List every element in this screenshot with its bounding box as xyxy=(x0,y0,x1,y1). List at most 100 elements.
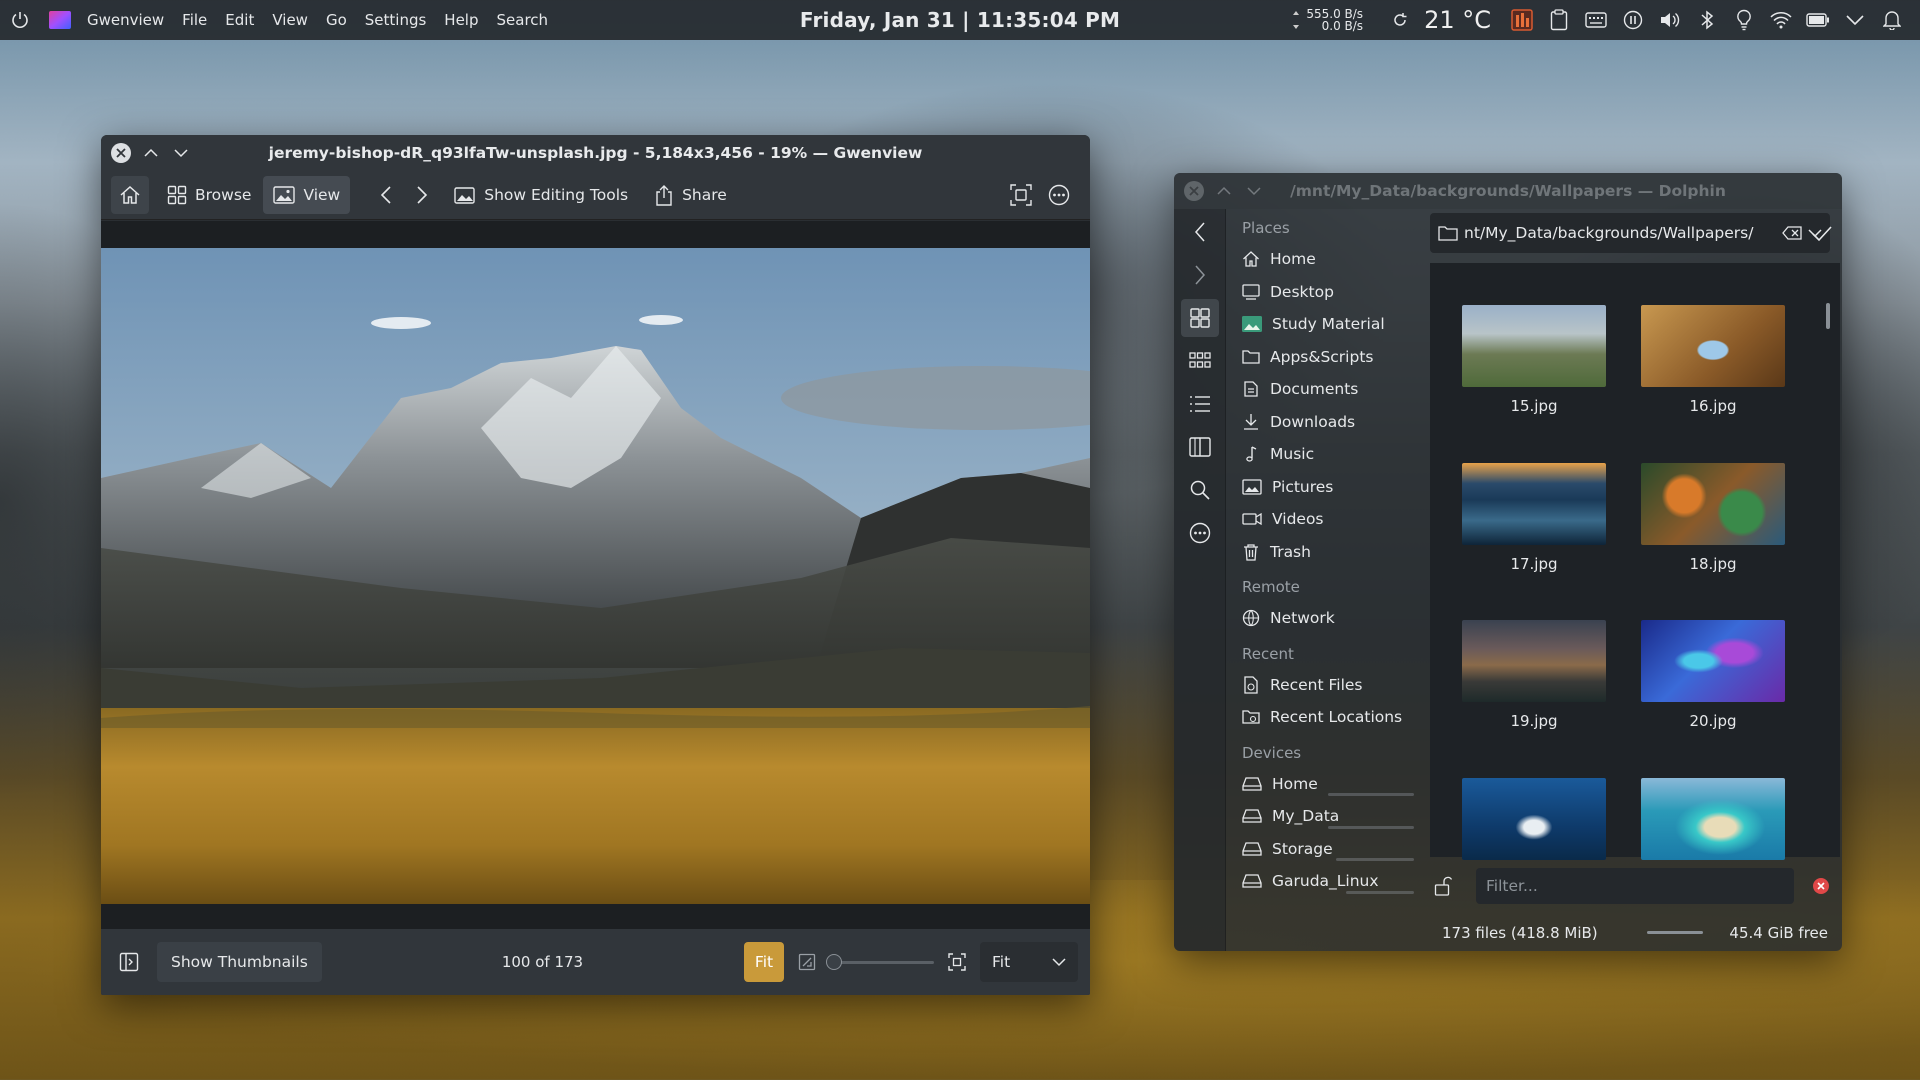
search-button[interactable] xyxy=(1181,471,1219,509)
place-trash[interactable]: Trash xyxy=(1226,536,1422,569)
menu-search[interactable]: Search xyxy=(488,11,558,29)
thumbnail xyxy=(1462,620,1606,702)
home-icon xyxy=(120,185,140,204)
place-recent-locations[interactable]: Recent Locations xyxy=(1226,701,1422,734)
drive-icon xyxy=(1242,842,1262,856)
app-menu-icon[interactable] xyxy=(46,0,74,40)
chevron-down-icon[interactable] xyxy=(1836,0,1873,40)
device-home[interactable]: Home xyxy=(1226,768,1422,801)
temperature-label[interactable]: 21 °C xyxy=(1424,6,1491,34)
file-item[interactable]: 18.jpg xyxy=(1639,463,1787,573)
forward-button[interactable] xyxy=(1181,256,1219,294)
dolphin-more-button[interactable] xyxy=(1181,514,1219,552)
place-network[interactable]: Network xyxy=(1226,602,1422,635)
chevron-down-icon xyxy=(1052,957,1066,966)
menu-edit[interactable]: Edit xyxy=(216,11,263,29)
scrollbar-handle[interactable] xyxy=(1826,303,1830,329)
app-name-label[interactable]: Gwenview xyxy=(78,11,173,29)
next-button[interactable] xyxy=(406,176,438,214)
place-study-material[interactable]: Study Material xyxy=(1226,308,1422,341)
dolphin-statusbar: 173 files (418.8 MiB) 45.4 GiB free xyxy=(1430,914,1840,951)
menu-file[interactable]: File xyxy=(173,11,216,29)
file-item[interactable]: 15.jpg xyxy=(1460,305,1608,415)
battery-icon[interactable] xyxy=(1799,0,1836,40)
file-view[interactable]: 15.jpg 16.jpg 17.jpg 18.jpg 19.jpg 20.jp… xyxy=(1430,263,1840,860)
zoom-out-icon[interactable] xyxy=(798,953,816,971)
filter-clear-button[interactable] xyxy=(1812,877,1830,895)
file-item[interactable]: 20.jpg xyxy=(1639,620,1787,730)
place-label: Videos xyxy=(1272,510,1324,529)
icons-view-button[interactable] xyxy=(1181,299,1219,337)
fit-button[interactable]: Fit xyxy=(744,942,784,982)
location-path[interactable]: nt/My_Data/backgrounds/Wallpapers/ xyxy=(1464,224,1776,242)
show-editing-tools-button[interactable]: Show Editing Tools xyxy=(444,176,638,214)
more-button[interactable] xyxy=(1040,176,1078,214)
place-recent-files[interactable]: Recent Files xyxy=(1226,669,1422,702)
zoom-slider-handle[interactable] xyxy=(826,954,842,970)
file-item[interactable]: 16.jpg xyxy=(1639,305,1787,415)
split-view-button[interactable] xyxy=(1181,428,1219,466)
confirm-location-button[interactable] xyxy=(1808,220,1836,248)
zoom-slider[interactable] xyxy=(826,954,934,970)
menu-settings[interactable]: Settings xyxy=(356,11,436,29)
refresh-icon[interactable] xyxy=(1381,0,1418,40)
pause-icon[interactable] xyxy=(1614,0,1651,40)
clock-label[interactable]: Friday, Jan 31 | 11:35:04 PM xyxy=(800,8,1120,32)
file-item[interactable] xyxy=(1460,778,1608,870)
image-position-label: 100 of 173 xyxy=(501,953,584,971)
image-view-area[interactable] xyxy=(101,221,1090,929)
volume-icon[interactable] xyxy=(1651,0,1688,40)
photo-mountain[interactable] xyxy=(101,248,1090,904)
menu-help[interactable]: Help xyxy=(435,11,487,29)
place-desktop[interactable]: Desktop xyxy=(1226,276,1422,309)
details-view-button[interactable] xyxy=(1181,385,1219,423)
file-item[interactable]: 17.jpg xyxy=(1460,463,1608,573)
zoom-in-icon[interactable] xyxy=(948,953,966,971)
device-storage[interactable]: Storage xyxy=(1226,833,1422,866)
place-music[interactable]: Music xyxy=(1226,438,1422,471)
place-downloads[interactable]: Downloads xyxy=(1226,406,1422,439)
network-icon xyxy=(1242,610,1260,627)
show-thumbnails-button[interactable]: Show Thumbnails xyxy=(157,942,322,982)
place-documents[interactable]: Documents xyxy=(1226,373,1422,406)
place-videos[interactable]: Videos xyxy=(1226,503,1422,536)
fullscreen-button[interactable] xyxy=(1002,176,1040,214)
zoom-select[interactable]: Fit xyxy=(980,942,1078,982)
place-apps-scripts[interactable]: Apps&Scripts xyxy=(1226,341,1422,374)
drive-icon xyxy=(1242,809,1262,823)
file-name: 17.jpg xyxy=(1510,555,1558,573)
gwenview-titlebar[interactable]: jeremy-bishop-dR_q93lfaTw-unsplash.jpg -… xyxy=(101,135,1090,170)
browse-button[interactable]: Browse xyxy=(157,176,261,214)
dolphin-titlebar[interactable]: /mnt/My_Data/backgrounds/Wallpapers — Do… xyxy=(1174,173,1842,209)
filter-input[interactable]: Filter... xyxy=(1476,868,1794,904)
share-button[interactable]: Share xyxy=(644,176,737,214)
power-icon[interactable] xyxy=(0,0,40,40)
usage-bar xyxy=(1336,858,1414,861)
keyboard-icon[interactable] xyxy=(1577,0,1614,40)
previous-button[interactable] xyxy=(370,176,402,214)
file-item[interactable]: 19.jpg xyxy=(1460,620,1608,730)
lightbulb-icon[interactable] xyxy=(1725,0,1762,40)
back-button[interactable] xyxy=(1181,213,1219,251)
wifi-icon[interactable] xyxy=(1762,0,1799,40)
location-bar[interactable]: nt/My_Data/backgrounds/Wallpapers/ xyxy=(1430,213,1830,253)
place-label: Network xyxy=(1270,609,1335,628)
bluetooth-icon[interactable] xyxy=(1688,0,1725,40)
lock-button[interactable] xyxy=(1428,871,1458,901)
pictures-icon xyxy=(1242,479,1262,495)
device-garuda-linux[interactable]: Garuda_Linux xyxy=(1226,865,1422,898)
home-button[interactable] xyxy=(111,175,149,214)
sidebar-toggle-button[interactable] xyxy=(113,943,145,981)
notifications-icon[interactable] xyxy=(1873,0,1910,40)
menu-view[interactable]: View xyxy=(263,11,317,29)
view-button[interactable]: View xyxy=(263,175,351,214)
file-item[interactable] xyxy=(1639,778,1787,870)
network-speed-widget[interactable]: 555.0 B/s 0.0 B/s xyxy=(1292,8,1363,32)
device-my-data[interactable]: My_Data xyxy=(1226,800,1422,833)
compact-view-button[interactable] xyxy=(1181,342,1219,380)
cpu-monitor-icon[interactable] xyxy=(1503,0,1540,40)
menu-go[interactable]: Go xyxy=(317,11,356,29)
place-home[interactable]: Home xyxy=(1226,243,1422,276)
clipboard-icon[interactable] xyxy=(1540,0,1577,40)
place-pictures[interactable]: Pictures xyxy=(1226,471,1422,504)
